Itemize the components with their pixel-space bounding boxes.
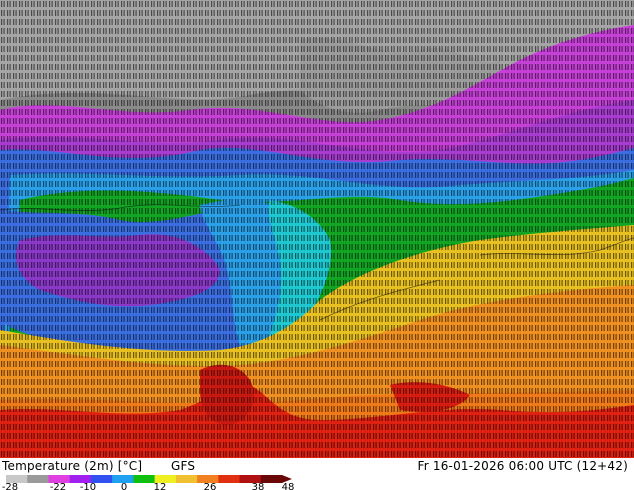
color-scale-ticks: -28 -22 -10 0 12 26 38 48 <box>2 482 295 490</box>
color-scale-tick-label: -22 <box>50 482 66 490</box>
color-scale-tick-label: 12 <box>154 482 167 490</box>
color-scale-swatch <box>27 475 49 483</box>
color-scale-tick-label: 48 <box>282 482 295 490</box>
color-scale-swatches <box>6 475 283 483</box>
color-scale-swatch <box>218 475 241 483</box>
color-scale-tick-label: 0 <box>121 482 127 490</box>
temperature-map <box>0 0 634 458</box>
color-scale-tick-label: -28 <box>2 482 18 490</box>
model-name: GFS <box>171 459 196 473</box>
color-scale-swatch <box>175 475 198 483</box>
color-scale-tick-label: 38 <box>252 482 265 490</box>
color-scale-swatch <box>133 475 156 483</box>
color-scale-tick-label: 26 <box>204 482 217 490</box>
map-footer: Temperature (2m) [°C] GFS Fr 16-01-2026 … <box>0 458 634 490</box>
valid-time: Fr 16-01-2026 06:00 UTC (12+42) <box>417 459 628 473</box>
color-scale-tick-label: -10 <box>80 482 96 490</box>
color-scale-legend: -28 -22 -10 0 12 26 38 48 <box>2 475 295 490</box>
map-title: Temperature (2m) [°C] <box>2 459 143 473</box>
temperature-value-grid <box>0 0 634 458</box>
